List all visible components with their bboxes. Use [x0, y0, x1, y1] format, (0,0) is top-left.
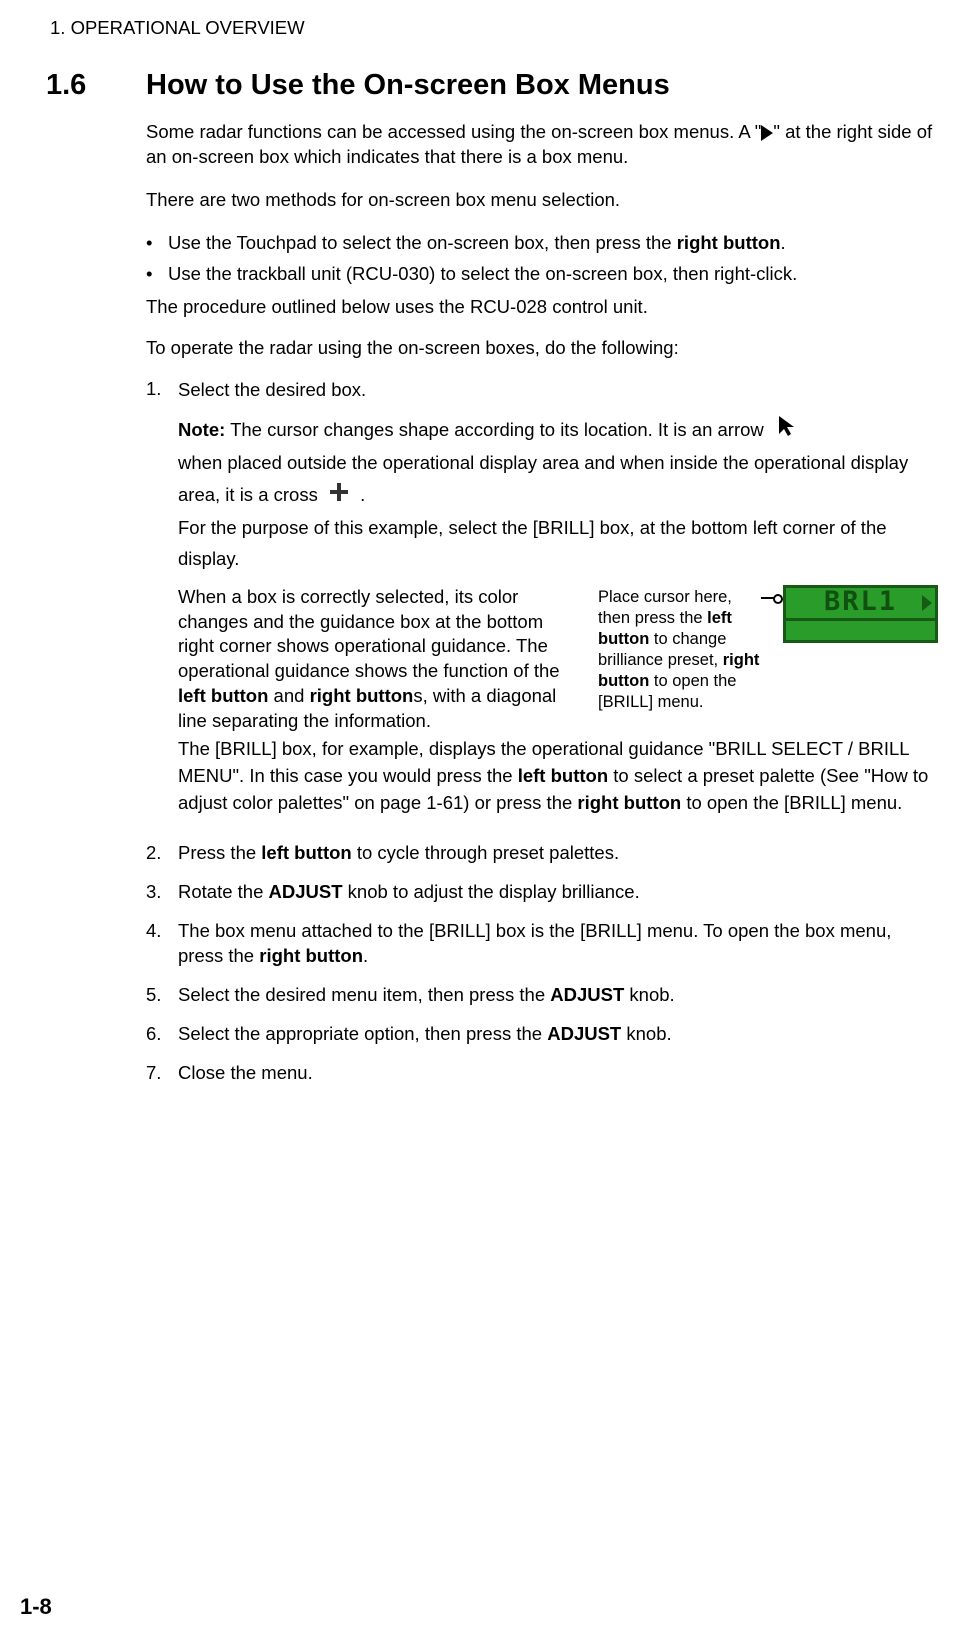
procedure-line-1: The procedure outlined below uses the RC…: [20, 295, 948, 320]
step-content: Press the left button to cycle through p…: [178, 841, 938, 866]
step-content: Close the menu.: [178, 1061, 938, 1086]
followup-bold: left button: [518, 765, 608, 786]
note-text-e: For the purpose of this example, select …: [178, 517, 887, 569]
cross-cursor-icon: [329, 480, 349, 511]
section-title: How to Use the On-screen Box Menus: [146, 69, 670, 102]
step-3: 3. Rotate the ADJUST knob to adjust the …: [146, 880, 938, 905]
step-number: 5.: [146, 983, 178, 1008]
fig-bold: left button: [178, 685, 268, 706]
bullet-text-end: .: [781, 232, 786, 253]
step-content: Select the desired menu item, then press…: [178, 983, 938, 1008]
step-bold: right button: [259, 945, 363, 966]
section-heading: 1.6 How to Use the On-screen Box Menus: [20, 69, 948, 102]
bullet-bold: right button: [677, 232, 781, 253]
bullet-list: • Use the Touchpad to select the on-scre…: [20, 231, 948, 287]
step-1-followup: The [BRILL] box, for example, displays t…: [178, 736, 938, 816]
step-number: 7.: [146, 1061, 178, 1086]
note-label: Note:: [178, 419, 225, 440]
step-number: 4.: [146, 919, 178, 969]
step-text: knob.: [624, 984, 674, 1005]
step-1-note: Note: The cursor changes shape according…: [178, 414, 938, 575]
step-1: 1. Select the desired box. Note: The cur…: [146, 377, 938, 827]
step-number: 3.: [146, 880, 178, 905]
page-number: 1-8: [20, 1594, 52, 1620]
bullet-marker: •: [146, 262, 168, 287]
section-number: 1.6: [46, 69, 146, 102]
step-2: 2. Press the left button to cycle throug…: [146, 841, 938, 866]
step-text: .: [363, 945, 368, 966]
step-text: Rotate the: [178, 881, 269, 902]
brl-label: BRL1: [824, 584, 897, 620]
note-text-d: .: [360, 484, 365, 505]
intro-paragraph-1: Some radar functions can be accessed usi…: [20, 120, 948, 170]
fig-bold: right button: [310, 685, 414, 706]
brl-box-bottom: [783, 621, 938, 643]
intro-text-a: Some radar functions can be accessed usi…: [146, 121, 761, 142]
step-bold: ADJUST: [550, 984, 624, 1005]
step-content: Select the appropriate option, then pres…: [178, 1022, 938, 1047]
bullet-text: Use the Touchpad to select the on-screen…: [168, 232, 677, 253]
bullet-item-1: • Use the Touchpad to select the on-scre…: [146, 231, 938, 256]
bullet-content: Use the trackball unit (RCU-030) to sele…: [168, 262, 797, 287]
bullet-content: Use the Touchpad to select the on-screen…: [168, 231, 786, 256]
leader-line-icon: [761, 597, 777, 599]
intro-paragraph-2: There are two methods for on-screen box …: [20, 188, 948, 213]
fig-text: and: [268, 685, 309, 706]
step-content: Rotate the ADJUST knob to adjust the dis…: [178, 880, 938, 905]
step-7: 7. Close the menu.: [146, 1061, 938, 1086]
step-text: knob to adjust the display brilliance.: [343, 881, 640, 902]
note-text-c: when placed outside the operational disp…: [178, 452, 908, 504]
step-bold: ADJUST: [547, 1023, 621, 1044]
step-6: 6. Select the appropriate option, then p…: [146, 1022, 938, 1047]
step-1a: Select the desired box.: [178, 377, 938, 404]
chapter-header: 1. OPERATIONAL OVERVIEW: [20, 16, 948, 41]
step-4: 4. The box menu attached to the [BRILL] …: [146, 919, 938, 969]
figure-caption: Place cursor here, then press the left b…: [598, 585, 761, 714]
figure-wrap: When a box is correctly selected, its co…: [178, 585, 938, 735]
step-text: knob.: [621, 1023, 671, 1044]
step-number: 1.: [146, 377, 178, 827]
step-content: Select the desired box. Note: The cursor…: [178, 377, 938, 827]
followup-text: to open the [BRILL] menu.: [681, 792, 902, 813]
arrow-cursor-icon: [777, 414, 799, 447]
step-text: Select the appropriate option, then pres…: [178, 1023, 547, 1044]
brl-arrow-icon: [922, 595, 932, 611]
fig-text: When a box is correctly selected, its co…: [178, 586, 560, 682]
bullet-item-2: • Use the trackball unit (RCU-030) to se…: [146, 262, 938, 287]
step-number: 2.: [146, 841, 178, 866]
bullet-marker: •: [146, 231, 168, 256]
step-text: Press the: [178, 842, 261, 863]
step-text: Select the desired menu item, then press…: [178, 984, 550, 1005]
figure-right: Place cursor here, then press the left b…: [598, 585, 938, 714]
numbered-list: 1. Select the desired box. Note: The cur…: [20, 377, 948, 1086]
step-text: to cycle through preset palettes.: [352, 842, 619, 863]
figure-left-text: When a box is correctly selected, its co…: [178, 585, 598, 735]
brl-box-top: BRL1: [783, 585, 938, 621]
procedure-line-2: To operate the radar using the on-screen…: [20, 336, 948, 361]
note-text-b: The cursor changes shape according to it…: [225, 419, 764, 440]
step-bold: left button: [261, 842, 351, 863]
step-5: 5. Select the desired menu item, then pr…: [146, 983, 938, 1008]
step-content: The box menu attached to the [BRILL] box…: [178, 919, 938, 969]
step-bold: ADJUST: [269, 881, 343, 902]
play-triangle-icon: [761, 125, 773, 141]
followup-bold: right button: [577, 792, 681, 813]
step-number: 6.: [146, 1022, 178, 1047]
brl-box: BRL1: [783, 585, 938, 643]
